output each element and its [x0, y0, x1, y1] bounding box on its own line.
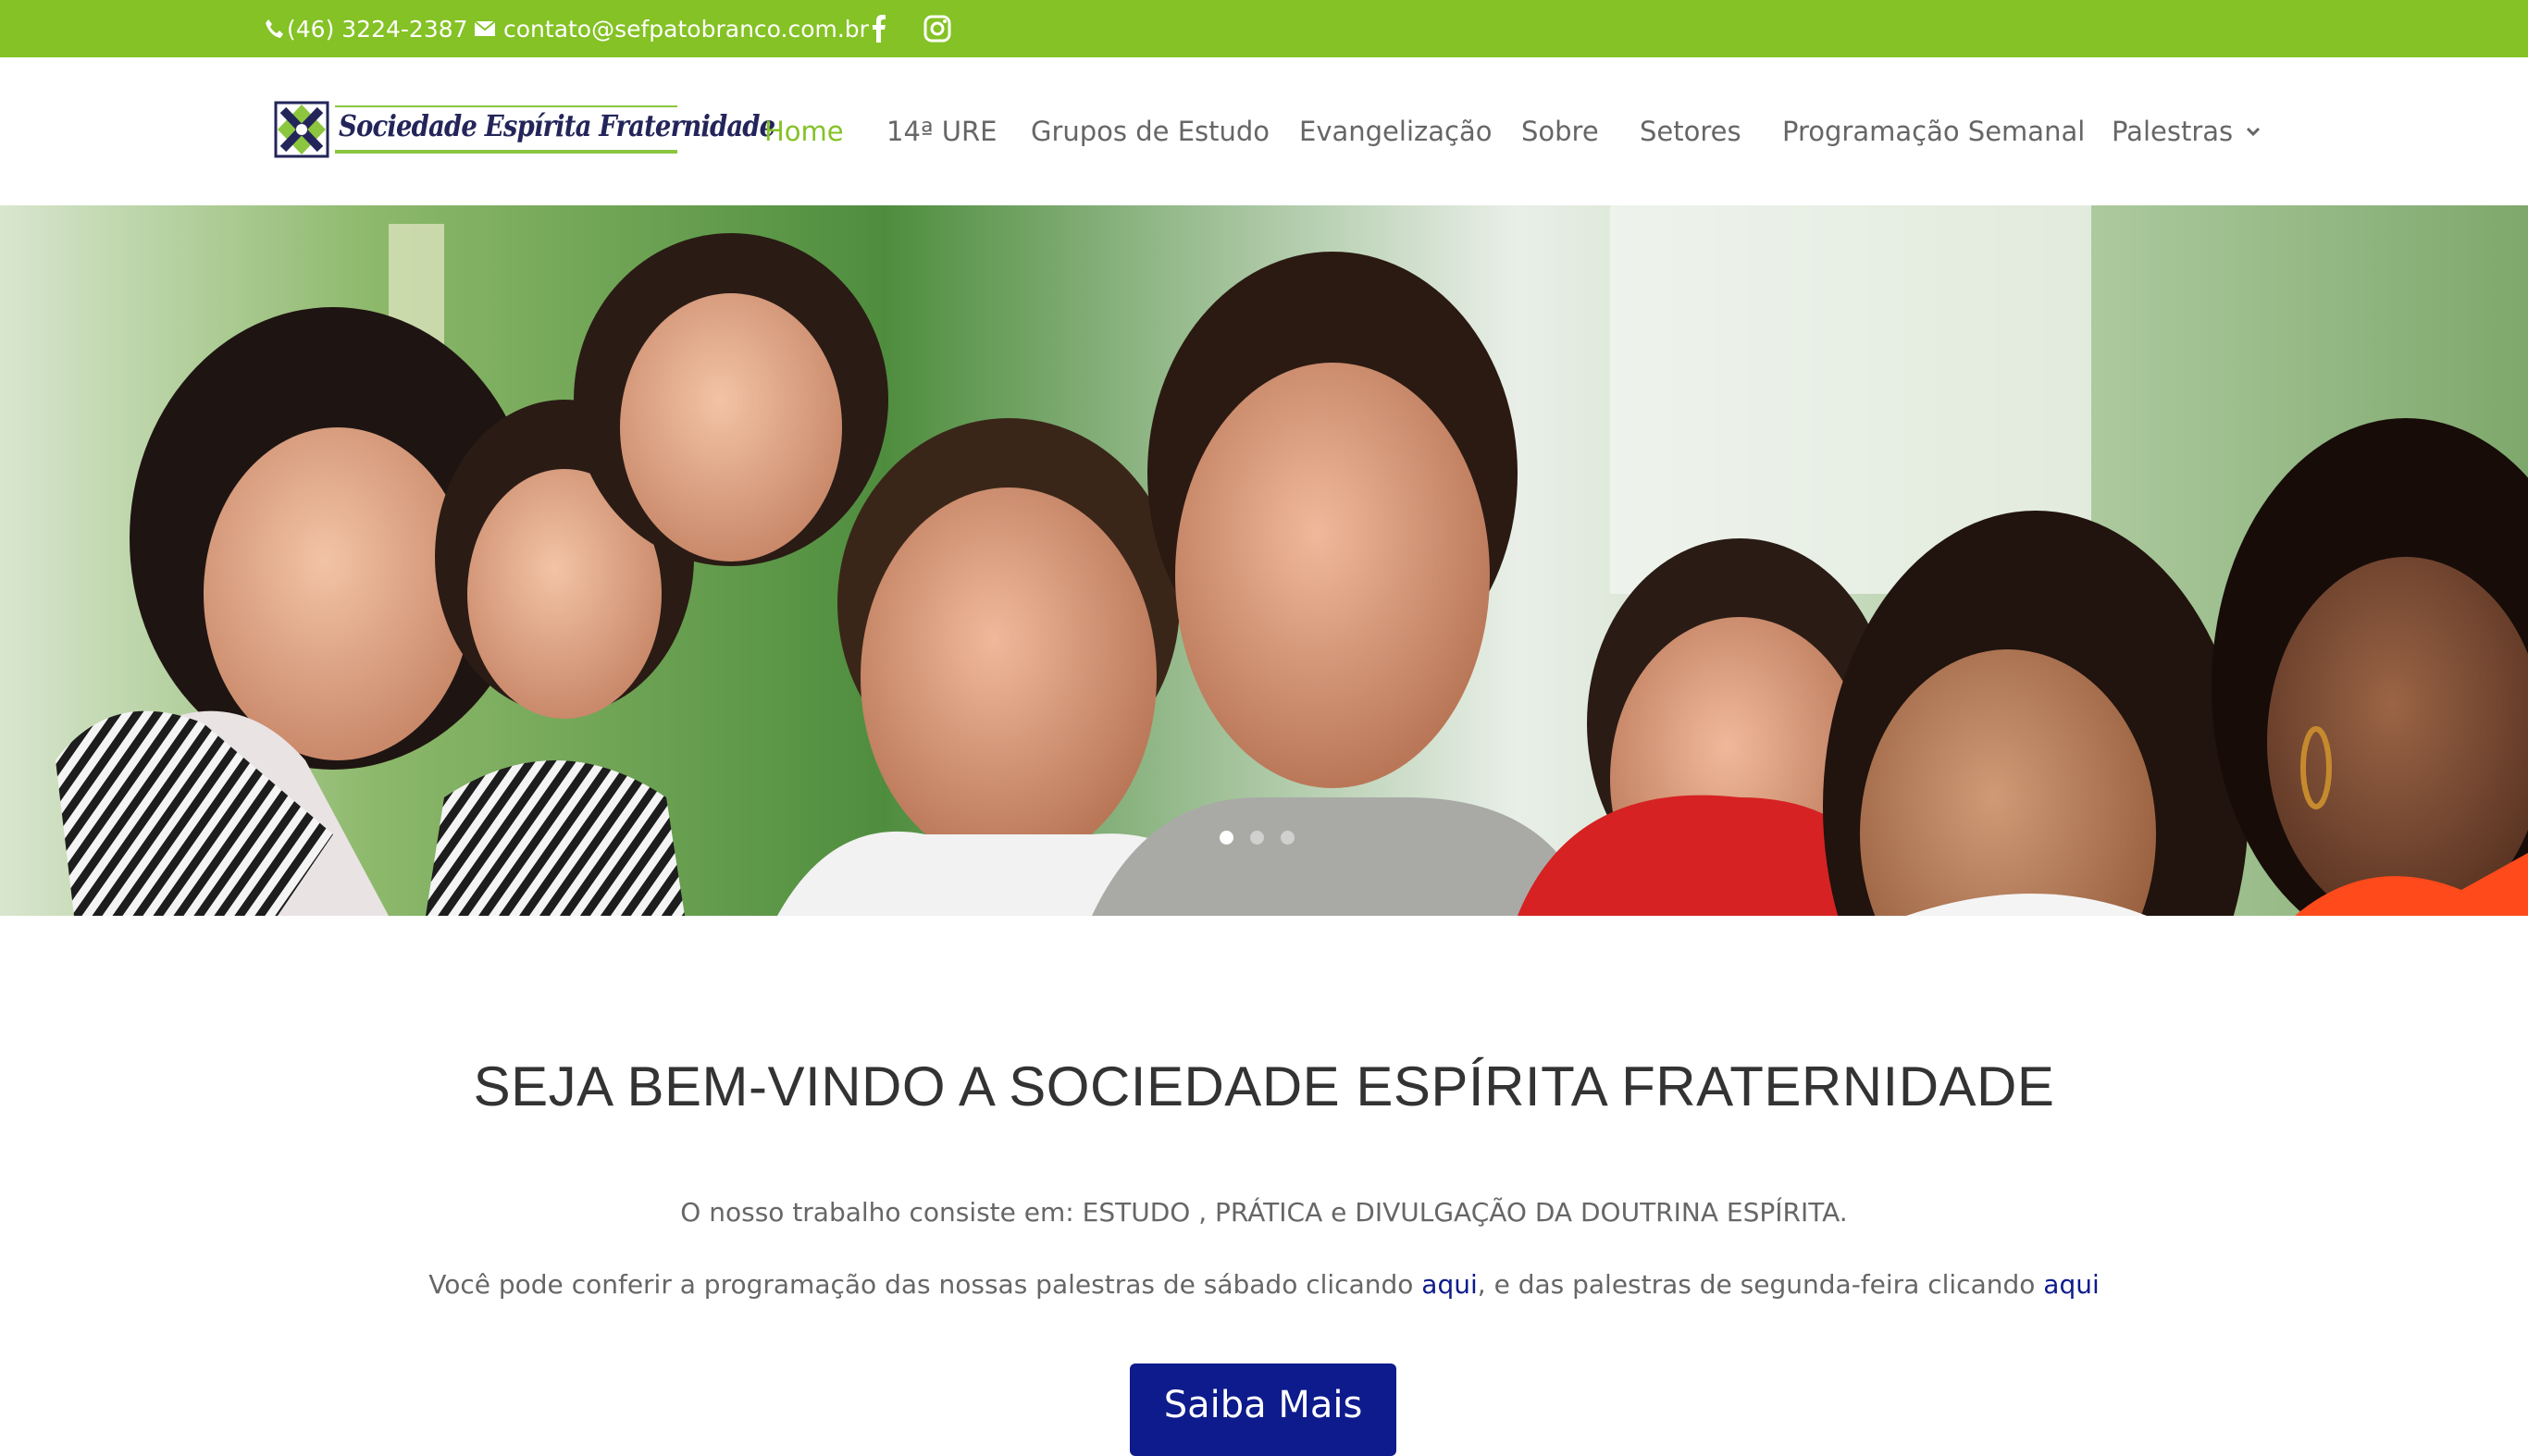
logo-underline — [335, 150, 677, 154]
nav-programacao-semanal[interactable]: Programação Semanal — [1782, 57, 2085, 205]
site-header: Sociedade Espírita Fraternidade Home 14ª… — [0, 57, 2528, 206]
slider-dot-2[interactable] — [1250, 831, 1264, 845]
nav-setores[interactable]: Setores — [1640, 57, 1741, 205]
slider-pagination — [1220, 831, 1295, 845]
nav-palestras-label: Palestras — [2112, 116, 2234, 147]
welcome-intro: O nosso trabalho consiste em: ESTUDO , P… — [680, 1197, 1848, 1228]
email-contact[interactable]: contato@sefpatobranco.com.br — [474, 0, 869, 57]
top-bar: (46) 3224-2387 contato@sefpatobranco.com… — [0, 0, 2528, 57]
nav-14-ure[interactable]: 14ª URE — [886, 57, 997, 205]
site-logo[interactable]: Sociedade Espírita Fraternidade — [274, 100, 775, 159]
phone-number: (46) 3224-2387 — [287, 15, 468, 43]
hero-family-photo — [0, 205, 2528, 916]
phone-contact[interactable]: (46) 3224-2387 — [265, 0, 468, 57]
envelope-icon — [474, 20, 496, 36]
welcome-title: SEJA BEM-VINDO A SOCIEDADE ESPÍRITA FRAT… — [473, 1055, 2055, 1117]
monday-lectures-link[interactable]: aqui — [2043, 1269, 2099, 1300]
facebook-link[interactable] — [872, 0, 886, 57]
email-address: contato@sefpatobranco.com.br — [503, 15, 869, 43]
slider-dot-3[interactable] — [1281, 831, 1295, 845]
schedule-text-part2: , e das palestras de segunda-feira clica… — [1477, 1269, 2044, 1300]
nav-grupos-de-estudo[interactable]: Grupos de Estudo — [1031, 57, 1270, 205]
nav-home[interactable]: Home — [764, 57, 844, 205]
saturday-lectures-link[interactable]: aqui — [1421, 1269, 1477, 1300]
instagram-link[interactable] — [923, 0, 951, 57]
saiba-mais-button[interactable]: Saiba Mais — [1130, 1363, 1396, 1456]
nav-evangelizacao[interactable]: Evangelização — [1299, 57, 1492, 205]
schedule-text-part1: Você pode conferir a programação das nos… — [428, 1269, 1422, 1300]
logo-emblem-icon — [274, 101, 329, 158]
welcome-schedule-text: Você pode conferir a programação das nos… — [0, 1269, 2528, 1300]
logo-underline-top — [335, 105, 677, 107]
instagram-icon — [923, 15, 951, 43]
nav-sobre[interactable]: Sobre — [1521, 57, 1599, 205]
slider-dot-1[interactable] — [1220, 831, 1233, 845]
logo-text: Sociedade Espírita Fraternidade — [339, 108, 775, 143]
phone-icon — [266, 19, 283, 38]
chevron-down-icon — [2247, 127, 2261, 136]
hero-slider[interactable] — [0, 205, 2528, 916]
nav-palestras[interactable]: Palestras — [2112, 57, 2261, 205]
facebook-icon — [873, 15, 886, 43]
